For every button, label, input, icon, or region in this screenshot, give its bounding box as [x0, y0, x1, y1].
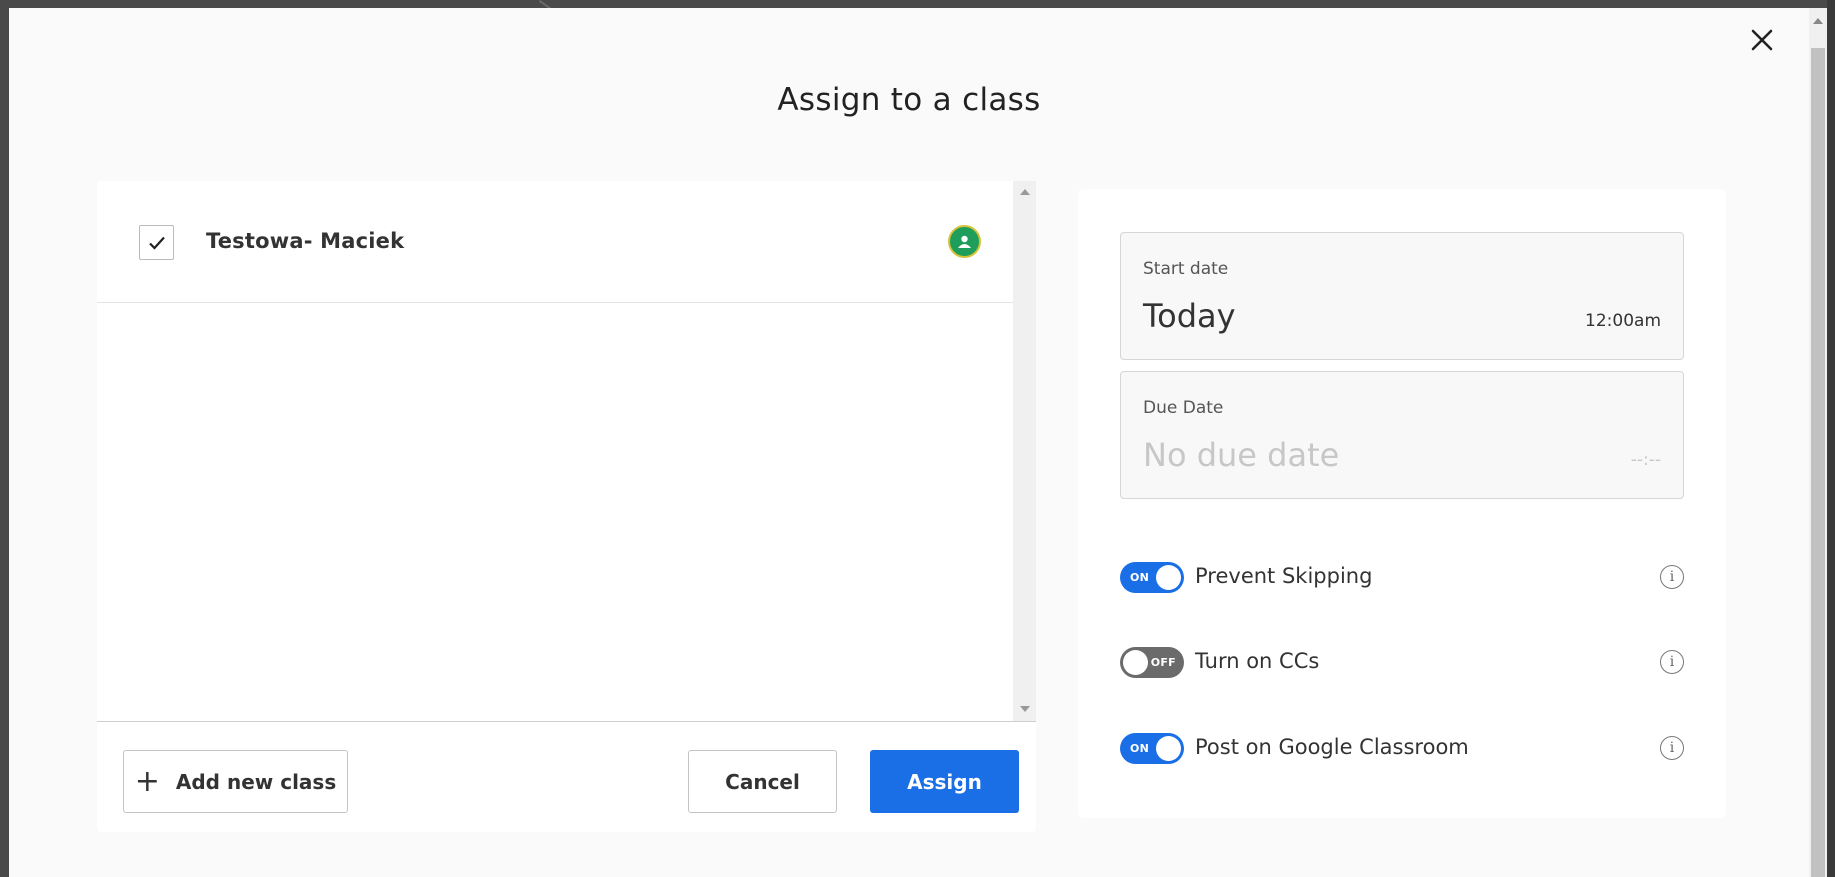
prevent-skipping-toggle[interactable]: ON — [1120, 562, 1184, 593]
plus-icon: + — [134, 763, 160, 799]
close-icon — [1751, 29, 1773, 51]
setting-prevent-skipping: ON Prevent Skipping i — [1120, 560, 1684, 596]
turn-on-ccs-toggle[interactable]: OFF — [1120, 647, 1184, 678]
assign-button[interactable]: Assign — [870, 750, 1019, 813]
google-classroom-icon — [948, 225, 981, 258]
cancel-button[interactable]: Cancel — [688, 750, 837, 813]
settings-panel: Start date Today 12:00am Due Date No due… — [1078, 189, 1726, 818]
info-icon[interactable]: i — [1660, 565, 1684, 589]
due-date-field[interactable]: Due Date No due date --:-- — [1120, 371, 1684, 499]
checkmark-icon — [148, 236, 165, 250]
scroll-up-icon[interactable] — [1020, 189, 1030, 195]
toggle-state-label: ON — [1130, 571, 1150, 584]
info-icon[interactable]: i — [1660, 736, 1684, 760]
class-row[interactable]: Testowa- Maciek — [97, 181, 1013, 303]
add-new-class-button[interactable]: + Add new class — [123, 750, 348, 813]
start-date-value: Today — [1143, 297, 1236, 335]
toggle-state-label: ON — [1130, 742, 1150, 755]
assign-modal: Assign to a class Testowa- Maciek + Add … — [9, 8, 1809, 877]
setting-turn-on-ccs: OFF Turn on CCs i — [1120, 645, 1684, 681]
toggle-knob — [1123, 650, 1148, 675]
class-list: Testowa- Maciek — [97, 181, 1013, 721]
turn-on-ccs-label: Turn on CCs — [1195, 649, 1320, 673]
page-scrollbar[interactable] — [1809, 8, 1827, 877]
class-panel: Testowa- Maciek + Add new class Cancel A… — [97, 181, 1036, 832]
setting-post-google-classroom: ON Post on Google Classroom i — [1120, 731, 1684, 767]
toggle-state-label: OFF — [1150, 656, 1176, 669]
toggle-knob — [1156, 736, 1181, 761]
class-checkbox[interactable] — [139, 225, 174, 260]
start-date-field[interactable]: Start date Today 12:00am — [1120, 232, 1684, 360]
class-name: Testowa- Maciek — [206, 229, 405, 253]
class-list-scrollbar[interactable] — [1013, 181, 1036, 721]
window-edge — [1827, 0, 1835, 877]
scroll-down-icon[interactable] — [1020, 706, 1030, 712]
start-time-value[interactable]: 12:00am — [1585, 311, 1661, 331]
due-time-value[interactable]: --:-- — [1631, 450, 1661, 470]
class-panel-footer: + Add new class Cancel Assign — [97, 721, 1036, 832]
toggle-knob — [1156, 565, 1181, 590]
due-date-value: No due date — [1143, 436, 1340, 474]
close-button[interactable] — [1744, 22, 1780, 58]
due-date-label: Due Date — [1143, 398, 1224, 418]
modal-title: Assign to a class — [777, 82, 1041, 118]
scrollbar-thumb[interactable] — [1811, 48, 1825, 877]
add-new-class-label: Add new class — [175, 769, 337, 794]
scroll-up-icon[interactable] — [1813, 18, 1823, 24]
prevent-skipping-label: Prevent Skipping — [1195, 564, 1373, 588]
info-icon[interactable]: i — [1660, 650, 1684, 674]
start-date-label: Start date — [1143, 259, 1229, 279]
post-google-classroom-label: Post on Google Classroom — [1195, 735, 1469, 759]
post-google-classroom-toggle[interactable]: ON — [1120, 733, 1184, 764]
